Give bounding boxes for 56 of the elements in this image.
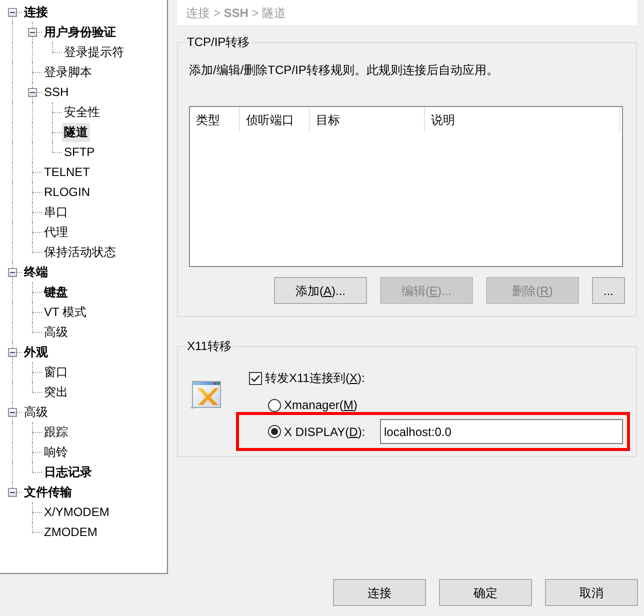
tree-item[interactable]: 外观 bbox=[22, 342, 50, 362]
tree-item[interactable]: 高级 bbox=[22, 402, 50, 422]
checkbox-label[interactable]: 转发X11连接到(X): bbox=[265, 371, 365, 385]
collapse-icon[interactable] bbox=[8, 268, 17, 277]
tree-item[interactable]: TELNET bbox=[42, 162, 92, 182]
tree-item[interactable]: 突出 bbox=[42, 382, 70, 402]
tree-item[interactable]: 连接 bbox=[22, 2, 50, 22]
collapse-icon[interactable] bbox=[8, 408, 17, 417]
tree-item[interactable]: X/YMODEM bbox=[42, 502, 112, 522]
more-button[interactable]: ... bbox=[592, 277, 625, 304]
tree-item[interactable]: 保持活动状态 bbox=[42, 242, 118, 262]
tree-item[interactable]: 终端 bbox=[22, 262, 50, 282]
tree-item[interactable]: 代理 bbox=[42, 222, 70, 242]
tree-item[interactable]: SSH bbox=[42, 82, 71, 102]
tree-item[interactable]: 日志记录 bbox=[42, 462, 94, 482]
tree-item[interactable]: RLOGIN bbox=[42, 182, 92, 202]
radio-button[interactable] bbox=[268, 398, 281, 412]
column-header[interactable]: 类型 bbox=[190, 107, 240, 132]
tree-item[interactable]: 隧道 bbox=[62, 122, 90, 142]
tree-item[interactable]: 安全性 bbox=[62, 102, 102, 122]
tree-item[interactable]: 串口 bbox=[42, 202, 70, 222]
radio-label[interactable]: Xmanager(M) bbox=[284, 398, 358, 412]
display-input[interactable]: localhost:0.0 bbox=[380, 419, 623, 444]
tree-item[interactable]: 用户身份验证 bbox=[42, 22, 118, 42]
collapse-icon[interactable] bbox=[8, 488, 17, 497]
column-header[interactable]: 侦听端口 bbox=[240, 107, 310, 132]
collapse-icon[interactable] bbox=[28, 88, 37, 97]
breadcrumb: 连接 > SSH > 隧道 bbox=[186, 4, 286, 20]
column-header[interactable]: 说明 bbox=[425, 107, 620, 132]
rule-list[interactable]: 类型 侦听端口 目标 说明 bbox=[189, 106, 623, 267]
tree-item[interactable]: VT 模式 bbox=[42, 302, 88, 322]
tree-item[interactable]: SFTP bbox=[62, 142, 97, 162]
tree-item[interactable]: 响铃 bbox=[42, 442, 70, 462]
tree-item[interactable]: 登录脚本 bbox=[42, 62, 94, 82]
dialog-button[interactable]: 取消 bbox=[545, 579, 638, 606]
group-title: X11转移 bbox=[186, 338, 232, 354]
tree-item[interactable]: ZMODEM bbox=[42, 522, 100, 542]
tree-item[interactable]: 窗口 bbox=[42, 362, 70, 382]
dialog-button[interactable]: 连接 bbox=[333, 579, 426, 606]
collapse-icon[interactable] bbox=[8, 348, 17, 357]
x-window-icon bbox=[189, 381, 221, 410]
tree-item[interactable]: 文件传输 bbox=[22, 482, 74, 502]
radio-label[interactable]: X DISPLAY(D): bbox=[284, 424, 380, 438]
description-text: 添加/编辑/删除TCP/IP转移规则。此规则连接后自动应用。 bbox=[189, 62, 500, 78]
collapse-icon[interactable] bbox=[8, 8, 17, 17]
tree-item[interactable]: 键盘 bbox=[42, 282, 70, 302]
tree-item[interactable]: 跟踪 bbox=[42, 422, 70, 442]
tree-item[interactable]: 高级 bbox=[42, 322, 70, 342]
action-button[interactable]: 添加(A)... bbox=[274, 277, 367, 304]
column-header[interactable]: 目标 bbox=[310, 107, 425, 132]
tree-item[interactable]: 登录提示符 bbox=[62, 42, 126, 62]
group-title: TCP/IP转移 bbox=[186, 34, 251, 50]
collapse-icon[interactable] bbox=[28, 28, 37, 37]
dialog-button[interactable]: 确定 bbox=[439, 579, 532, 606]
checkbox[interactable] bbox=[249, 372, 262, 384]
radio-button[interactable] bbox=[268, 425, 281, 438]
